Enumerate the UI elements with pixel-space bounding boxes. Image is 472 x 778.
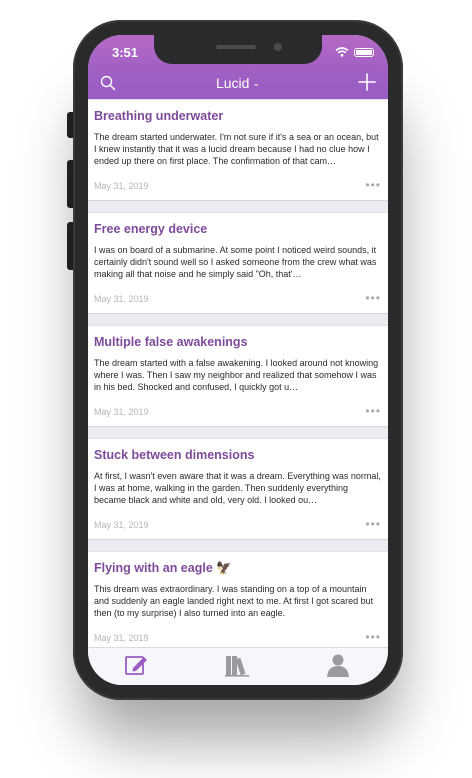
dream-card[interactable]: Multiple false awakenings The dream star… <box>88 325 388 427</box>
navigation-header: 3:51 Lucid ⌄ <box>88 35 388 99</box>
dream-card[interactable]: Free energy device I was on board of a s… <box>88 212 388 314</box>
chevron-down-icon: ⌄ <box>252 78 260 88</box>
pencil-square-icon[interactable] <box>123 652 149 678</box>
journal-selector[interactable]: Lucid ⌄ <box>88 75 388 91</box>
dream-date: May 31, 2019 <box>94 407 149 417</box>
dream-list[interactable]: Breathing underwater The dream started u… <box>88 99 388 647</box>
dream-excerpt: At first, I wasn't even aware that it wa… <box>94 471 381 505</box>
dream-date: May 31, 2019 <box>94 633 149 643</box>
dream-date: May 31, 2019 <box>94 181 149 191</box>
app-screen: 3:51 Lucid ⌄ Breathing underwater The dr… <box>88 35 388 685</box>
dream-title: Flying with an eagle 🦅 <box>94 561 232 575</box>
dream-excerpt: The dream started underwater. I'm not su… <box>94 132 379 166</box>
dream-excerpt: This dream was extraordinary. I was stan… <box>94 584 374 618</box>
speaker-grille <box>216 45 256 49</box>
dream-card[interactable]: Stuck between dimensions At first, I was… <box>88 438 388 540</box>
dream-date: May 31, 2019 <box>94 520 149 530</box>
tab-bar <box>88 647 388 685</box>
battery-icon <box>354 47 374 57</box>
more-options-icon[interactable]: ••• <box>365 178 381 192</box>
journal-title: Lucid <box>215 75 250 91</box>
dream-card[interactable]: Breathing underwater The dream started u… <box>88 99 388 201</box>
front-camera <box>274 43 282 51</box>
books-icon[interactable] <box>224 652 250 678</box>
dream-title: Free energy device <box>94 222 208 236</box>
status-icons <box>335 47 374 57</box>
dream-card[interactable]: Flying with an eagle 🦅 This dream was ex… <box>88 551 388 647</box>
wifi-icon <box>335 47 349 57</box>
more-options-icon[interactable]: ••• <box>365 404 381 418</box>
dream-title: Breathing underwater <box>94 109 224 123</box>
dream-date: May 31, 2019 <box>94 294 149 304</box>
dream-excerpt: The dream started with a false awakening… <box>94 358 379 392</box>
more-options-icon[interactable]: ••• <box>365 630 381 644</box>
add-icon[interactable] <box>358 73 376 91</box>
more-options-icon[interactable]: ••• <box>365 517 381 531</box>
dream-excerpt: I was on board of a submarine. At some p… <box>94 245 377 279</box>
status-time: 3:51 <box>112 45 139 60</box>
person-icon[interactable] <box>325 652 351 678</box>
dream-title: Multiple false awakenings <box>94 335 248 349</box>
more-options-icon[interactable]: ••• <box>365 291 381 305</box>
device-notch <box>154 35 322 64</box>
dream-title: Stuck between dimensions <box>94 448 255 462</box>
